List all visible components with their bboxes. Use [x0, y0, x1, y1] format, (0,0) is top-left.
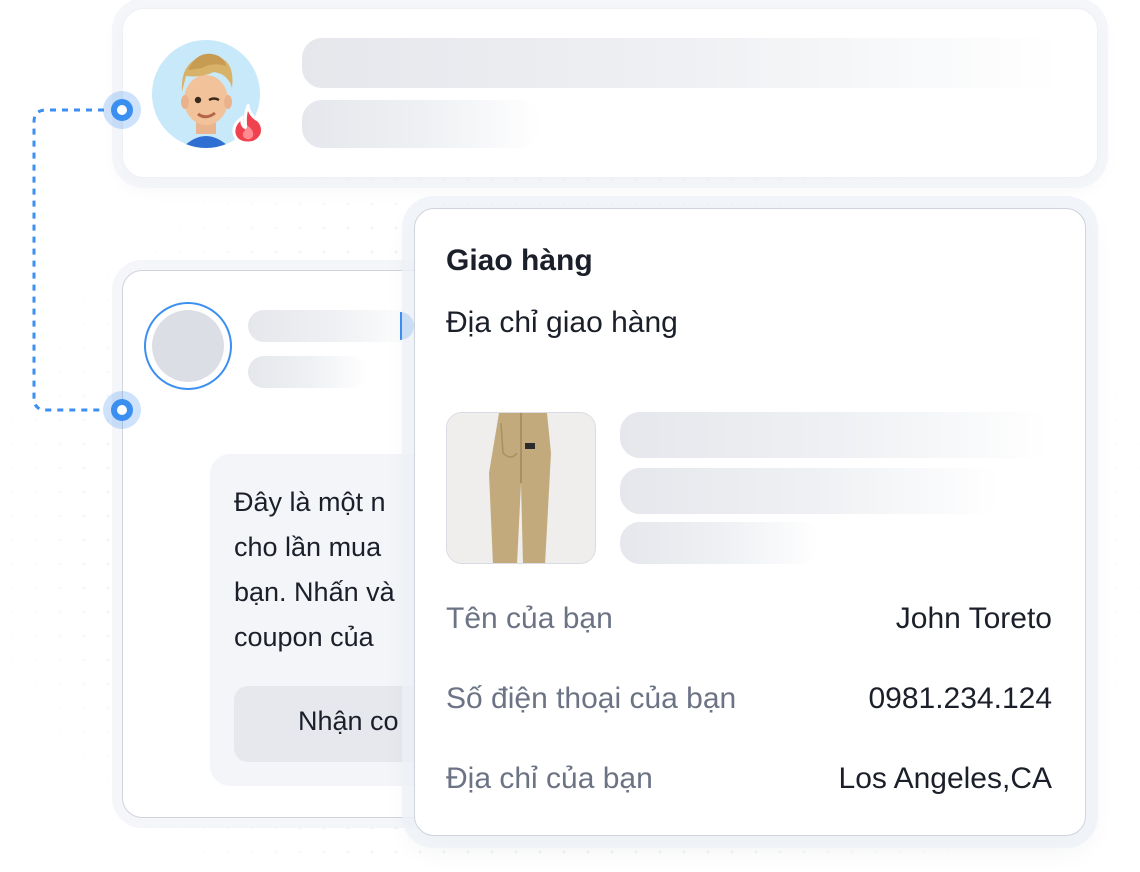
- message-text: Đây là một n cho lần mua bạn. Nhấn và co…: [234, 480, 414, 660]
- address-label: Địa chỉ của bạn: [446, 762, 653, 795]
- phone-value: 0981.234.124: [868, 682, 1052, 715]
- message-line: cho lần mua: [234, 532, 382, 562]
- name-label: Tên của bạn: [446, 602, 613, 635]
- product-image: [446, 412, 596, 564]
- message-line: coupon của: [234, 622, 374, 652]
- connector-node-icon: [103, 391, 141, 429]
- skeleton-line: [620, 522, 820, 564]
- connector-line: [32, 108, 104, 412]
- connector-node-icon: [103, 91, 141, 129]
- profile-card[interactable]: [122, 8, 1098, 178]
- skeleton-line: [620, 412, 1050, 458]
- delivery-subtitle: Địa chỉ giao hàng: [446, 306, 678, 339]
- address-value: Los Angeles,CA: [838, 762, 1052, 795]
- get-coupon-button-label: Nhận co: [298, 706, 399, 736]
- skeleton-line: [248, 310, 418, 342]
- skeleton-line: [620, 468, 1000, 514]
- skeleton-line: [302, 100, 542, 148]
- message-line: Đây là một n: [234, 487, 386, 517]
- message-line: bạn. Nhấn và: [234, 577, 395, 607]
- name-value: John Toreto: [895, 602, 1052, 635]
- placeholder-avatar-icon: [144, 302, 232, 390]
- delivery-title: Giao hàng: [446, 244, 593, 277]
- skeleton-line: [248, 356, 368, 388]
- phone-label: Số điện thoại của bạn: [446, 682, 737, 715]
- skeleton-line: [302, 38, 1062, 88]
- fire-icon: [230, 100, 266, 145]
